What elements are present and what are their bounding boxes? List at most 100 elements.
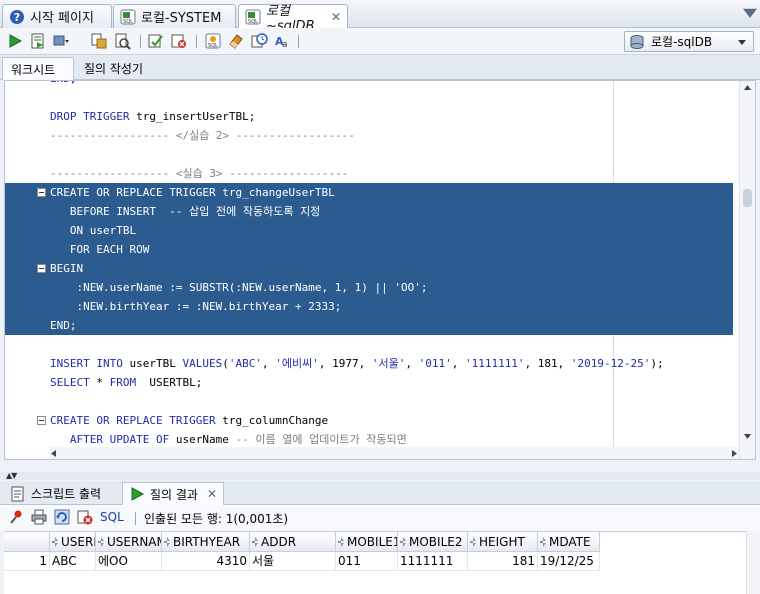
column-header-height[interactable]: HEIGHT <box>468 532 538 552</box>
results-vertical-scrollbar[interactable] <box>746 531 760 594</box>
format-case-icon[interactable]: Aa <box>273 32 291 50</box>
table-cell[interactable]: 4310 <box>162 552 250 571</box>
code-line[interactable]: END; <box>5 81 735 88</box>
table-cell[interactable]: 1111111 <box>398 552 468 571</box>
column-header-birthyear[interactable]: BIRTHYEAR <box>162 532 250 552</box>
code-area[interactable]: END;DROP TRIGGER trg_insertUserTBL;-----… <box>5 81 735 459</box>
tab-query-builder[interactable]: 질의 작성기 <box>76 57 151 80</box>
collapse-arrows-icon[interactable]: ▲▼ <box>6 472 17 480</box>
sql-history-icon[interactable] <box>250 32 268 50</box>
code-line[interactable] <box>5 145 735 164</box>
code-line[interactable]: CREATE OR REPLACE TRIGGER trg_changeUser… <box>5 183 733 202</box>
column-header-label: MDATE <box>549 535 591 549</box>
sort-icon[interactable] <box>164 537 170 547</box>
run-script-icon[interactable] <box>29 32 47 50</box>
sort-icon[interactable] <box>252 537 258 547</box>
scroll-right-icon[interactable] <box>732 450 737 457</box>
code-line[interactable]: ON userTBL <box>5 221 733 240</box>
print-icon[interactable] <box>31 509 47 525</box>
close-icon[interactable]: ✕ <box>331 10 341 24</box>
column-header-userid[interactable]: USERID <box>50 532 96 552</box>
tab-worksheet[interactable]: 워크시트 <box>2 57 74 80</box>
sql-editor[interactable]: END;DROP TRIGGER trg_insertUserTBL;-----… <box>4 80 756 460</box>
scroll-left-icon[interactable] <box>51 450 56 457</box>
tab-start-page[interactable]: ? 시작 페이지 <box>2 4 112 28</box>
sort-icon[interactable] <box>338 537 344 547</box>
code-line[interactable]: :NEW.userName := SUBSTR(:NEW.userName, 1… <box>5 278 733 297</box>
connection-select[interactable]: 로컬-sqlDB <box>624 31 754 52</box>
table-cell[interactable]: 011 <box>336 552 398 571</box>
editor-horizontal-scrollbar[interactable] <box>49 447 739 459</box>
sort-icon[interactable] <box>98 537 104 547</box>
code-line[interactable]: INSERT INTO userTBL VALUES('ABC', '에비씨',… <box>5 354 735 373</box>
code-line[interactable]: ------------------ </실습 2> -------------… <box>5 126 735 145</box>
explain-plan-icon[interactable] <box>90 32 108 50</box>
code-line[interactable]: BEFORE INSERT -- 삽입 전에 작동하도록 지정 <box>5 202 733 221</box>
scroll-down-icon[interactable] <box>744 434 751 439</box>
commit-icon[interactable] <box>147 32 165 50</box>
script-output-icon <box>11 486 24 501</box>
results-toolbar: SQL 인출된 모든 행: 1(0,001초) <box>0 505 760 531</box>
pin-icon[interactable] <box>8 509 24 525</box>
run-statement-icon[interactable] <box>6 32 24 50</box>
column-header-mdate[interactable]: MDATE <box>538 532 600 552</box>
code-line[interactable]: ------------------ <실습 3> --------------… <box>5 164 735 183</box>
column-header-username[interactable]: USERNAME <box>96 532 162 552</box>
sql-link[interactable]: SQL <box>100 510 124 524</box>
sort-icon[interactable] <box>540 537 546 547</box>
code-line[interactable]: DROP TRIGGER trg_insertUserTBL; <box>5 107 735 126</box>
tab-local-system[interactable]: SQL 로컬-SYSTEM <box>113 4 236 28</box>
tab-query-result[interactable]: 질의 결과 ✕ <box>122 482 225 505</box>
sort-icon[interactable] <box>470 537 476 547</box>
cancel-query-icon[interactable] <box>77 509 93 525</box>
code-line[interactable]: SELECT * FROM USERTBL; <box>5 373 735 392</box>
column-header-mobile1[interactable]: MOBILE1 <box>336 532 398 552</box>
code-line[interactable]: END; <box>5 316 733 335</box>
code-line[interactable]: BEGIN <box>5 259 733 278</box>
fold-toggle-icon[interactable] <box>37 264 46 273</box>
results-grid[interactable]: USERID USERNAME BIRTHYEAR ADDR MOBILE1 MOBILE… <box>4 531 746 594</box>
sort-icon[interactable] <box>400 537 406 547</box>
code-line[interactable] <box>5 335 735 354</box>
panel-splitter[interactable]: ▲▼ <box>0 472 760 480</box>
column-header-label: BIRTHYEAR <box>173 535 241 549</box>
output-panel-tabs: 스크립트 출력 질의 결과 ✕ <box>0 481 760 505</box>
svg-text:a: a <box>282 40 288 50</box>
close-icon[interactable]: ✕ <box>207 487 217 501</box>
rollback-icon[interactable] <box>170 32 188 50</box>
refresh-icon[interactable] <box>54 509 70 525</box>
code-line[interactable] <box>5 88 735 107</box>
scroll-up-icon[interactable] <box>744 85 751 90</box>
tab-script-output[interactable]: 스크립트 출력 <box>4 482 107 505</box>
code-line[interactable]: CREATE OR REPLACE TRIGGER trg_columnChan… <box>5 411 735 430</box>
code-line[interactable] <box>5 392 735 411</box>
code-line[interactable]: :NEW.birthYear := :NEW.birthYear + 2333; <box>5 297 733 316</box>
table-cell[interactable]: 에OO <box>96 552 162 571</box>
tab-local-sqldb[interactable]: SQL 로컬~sqlDB ✕ <box>238 4 348 34</box>
sort-icon[interactable] <box>52 537 58 547</box>
table-cell[interactable]: 서울 <box>250 552 336 571</box>
tab-label: 시작 페이지 <box>30 11 94 26</box>
document-tab-bar: ? 시작 페이지 SQL 로컬-SYSTEM SQL 로컬~sqlDB ✕ <box>0 0 760 34</box>
commit-dropdown-icon[interactable] <box>52 32 70 50</box>
sql-tuning-icon[interactable]: SQL <box>204 32 222 50</box>
clear-eraser-icon[interactable] <box>227 32 245 50</box>
toolbar-separator <box>140 35 141 48</box>
scroll-thumb[interactable] <box>743 189 752 207</box>
tab-list-dropdown-icon[interactable] <box>743 8 757 18</box>
table-cell[interactable]: 19/12/25 <box>538 552 600 571</box>
column-header-addr[interactable]: ADDR <box>250 532 336 552</box>
code-line[interactable]: FOR EACH ROW <box>5 240 733 259</box>
tab-label: 워크시트 <box>11 62 56 77</box>
row-number[interactable]: 1 <box>4 552 50 571</box>
fold-toggle-icon[interactable] <box>37 188 46 197</box>
table-cell[interactable]: 181 <box>468 552 538 571</box>
editor-vertical-scrollbar[interactable] <box>739 81 755 459</box>
database-icon <box>630 34 644 49</box>
fetch-status: 인출된 모든 행: 1(0,001초) <box>144 512 289 526</box>
table-cell[interactable]: ABC <box>50 552 96 571</box>
column-header-mobile2[interactable]: MOBILE2 <box>398 532 468 552</box>
fold-toggle-icon[interactable] <box>37 416 46 425</box>
sql-connection-icon: SQL <box>245 9 261 25</box>
autotrace-icon[interactable] <box>113 32 131 50</box>
